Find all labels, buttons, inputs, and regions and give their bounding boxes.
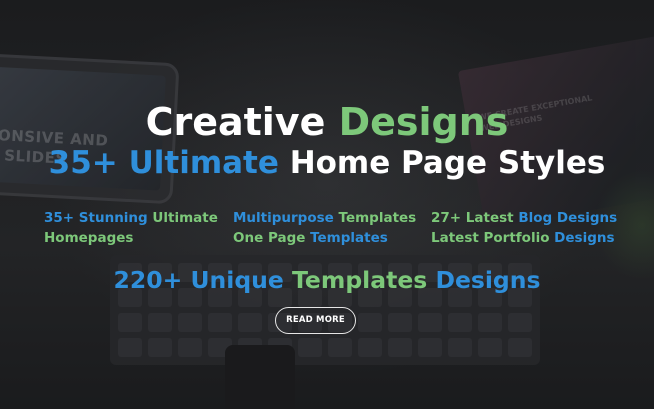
feature-text: Ultimate: [152, 210, 218, 226]
feature-item-templates: Multipurpose Templates One Page Template…: [233, 208, 416, 248]
feature-text: Multipurpose: [233, 210, 334, 226]
feature-text: Templates: [338, 210, 417, 226]
tagline-count: 220+ Unique: [113, 266, 284, 294]
feature-text: Homepages: [44, 230, 134, 246]
feature-line: Homepages: [44, 228, 218, 248]
tagline-designs: Designs: [435, 266, 541, 294]
feature-text: 35+ Stunning: [44, 210, 148, 226]
feature-item-homepages: 35+ Stunning Ultimate Homepages: [44, 208, 218, 248]
feature-text: 27+ Latest: [431, 210, 514, 226]
hero-tagline: 220+ Unique Templates Designs: [0, 264, 654, 296]
read-more-button[interactable]: READ MORE: [275, 307, 356, 334]
feature-list: 35+ Stunning Ultimate Homepages Multipur…: [0, 208, 654, 248]
feature-text: Designs: [554, 230, 615, 246]
hero-title-word-designs: Designs: [338, 100, 509, 144]
feature-text: Latest Portfolio: [431, 230, 550, 246]
feature-text: One Page: [233, 230, 306, 246]
feature-item-blog-designs: 27+ Latest Blog Designs Latest Portfolio…: [431, 208, 617, 248]
feature-line: One Page Templates: [233, 228, 416, 248]
hero-title-line1: Creative Designs: [0, 99, 654, 145]
feature-line: 27+ Latest Blog Designs: [431, 208, 617, 228]
hero-title-line2: 35+ Ultimate Home Page Styles: [0, 142, 654, 184]
tagline-templates: Templates: [292, 266, 428, 294]
feature-line: 35+ Stunning Ultimate: [44, 208, 218, 228]
hero-content: Creative Designs 35+ Ultimate Home Page …: [0, 0, 654, 409]
feature-text: Blog Designs: [518, 210, 618, 226]
hero-title-word-creative: Creative: [145, 100, 326, 144]
hero-subtitle-highlight: 35+ Ultimate: [48, 145, 279, 181]
hero-subtitle-text: Home Page Styles: [289, 145, 606, 181]
feature-text: Templates: [310, 230, 388, 246]
feature-line: Latest Portfolio Designs: [431, 228, 617, 248]
feature-line: Multipurpose Templates: [233, 208, 416, 228]
